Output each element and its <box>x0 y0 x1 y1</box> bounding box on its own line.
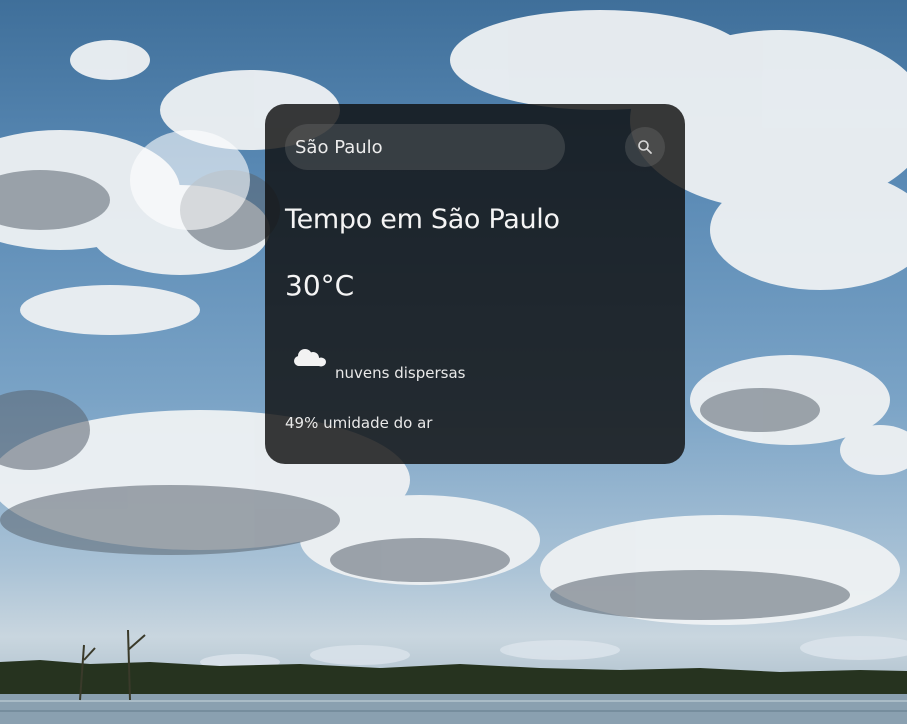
temperature: 30°C <box>285 269 355 302</box>
cloud-icon <box>294 349 326 367</box>
city-title: Tempo em São Paulo <box>285 204 560 235</box>
weather-card: Tempo em São Paulo 30°C nuvens dispersas… <box>265 104 685 464</box>
weather-description: nuvens dispersas <box>335 364 466 382</box>
search-bar <box>285 124 665 170</box>
search-input[interactable] <box>285 124 565 170</box>
weather-description-row: nuvens dispersas <box>285 342 665 382</box>
humidity: 49% umidade do ar <box>285 414 433 432</box>
search-icon <box>638 140 652 154</box>
search-button[interactable] <box>625 127 665 167</box>
